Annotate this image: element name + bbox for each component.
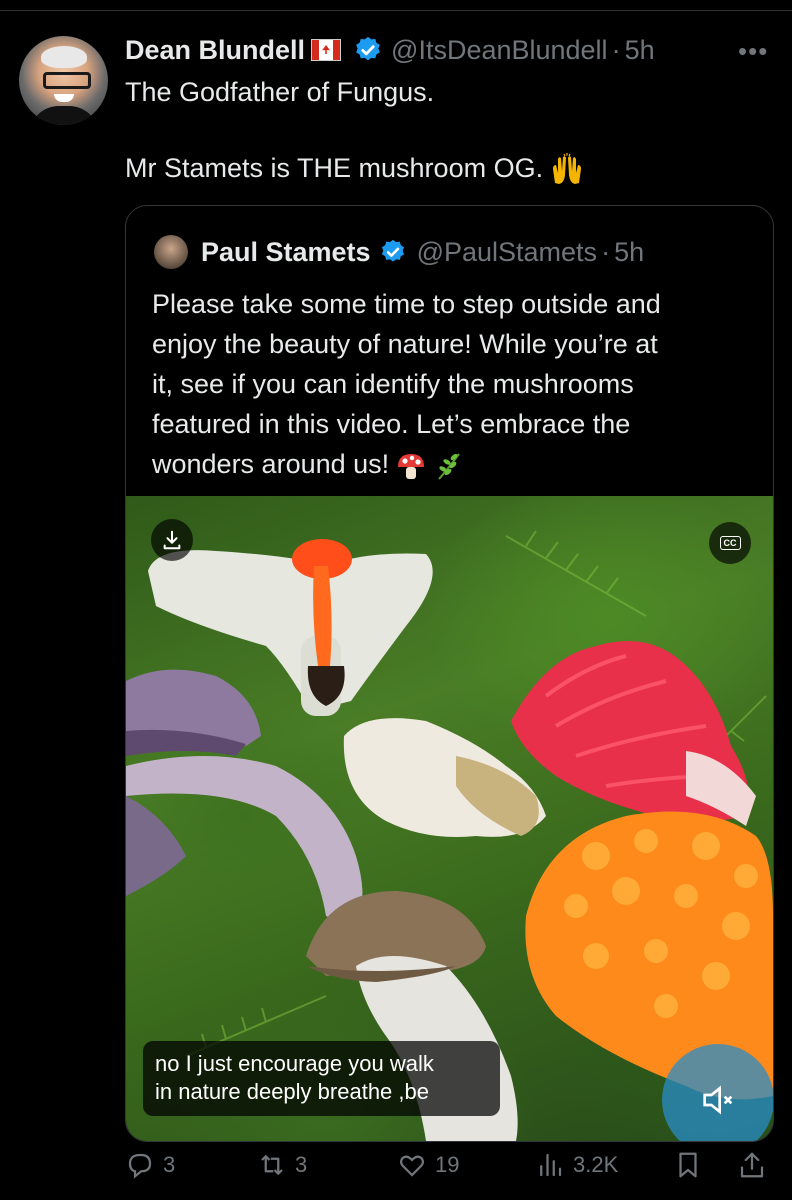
share-button[interactable] — [737, 1150, 767, 1180]
verified-badge-icon — [356, 36, 380, 61]
repost-icon — [261, 1155, 283, 1175]
like-button[interactable]: 19 — [397, 1150, 459, 1180]
share-icon — [740, 1152, 764, 1178]
quoted-line-3: it, see if you can identify the mushroom… — [152, 369, 634, 399]
canada-flag-icon — [311, 39, 342, 61]
repost-count: 3 — [295, 1152, 308, 1177]
quoted-author-handle[interactable]: @PaulStamets — [417, 237, 597, 268]
quoted-tweet-header: Paul Stamets @PaulStamets · 5h — [201, 231, 644, 273]
quoted-line-4: featured in this video. Let’s embrace th… — [152, 409, 631, 439]
quoted-tweet-card[interactable]: Paul Stamets @PaulStamets · 5h Please ta… — [125, 205, 774, 1142]
quoted-line-2: enjoy the beauty of nature! While you’re… — [152, 329, 658, 359]
tweet-line-2: Mr Stamets is THE mushroom OG. — [125, 149, 745, 187]
tweet-actions: 3 3 19 3.2K — [125, 1150, 775, 1200]
captions-button[interactable]: CC — [709, 522, 751, 564]
like-count: 19 — [435, 1152, 460, 1177]
caption-line-2: in nature deeply breathe ,be — [155, 1079, 429, 1104]
author-avatar[interactable] — [19, 36, 108, 125]
quoted-author-avatar[interactable] — [154, 235, 188, 269]
separator-dot: · — [611, 34, 621, 65]
author-name[interactable]: Dean Blundell — [125, 35, 305, 66]
download-icon — [163, 530, 181, 550]
tweet-header: Dean Blundell @ItsDeanBlundell · 5h — [125, 30, 655, 70]
mute-toggle-button[interactable] — [662, 1044, 773, 1141]
caption-line-1: no I just encourage you walk — [155, 1051, 434, 1076]
repost-button[interactable]: 3 — [257, 1150, 307, 1180]
download-button[interactable] — [151, 519, 193, 561]
video-caption: no I just encourage you walk in nature d… — [143, 1041, 500, 1116]
herb-emoji-icon — [438, 453, 460, 480]
more-horizontal-icon[interactable]: ••• — [738, 36, 768, 67]
video-player[interactable]: CC no I just encourage you walk in natur… — [126, 496, 773, 1141]
views-chart-icon — [540, 1153, 562, 1177]
verified-badge-icon — [381, 239, 404, 262]
quoted-line-1: Please take some time to step outside an… — [152, 289, 661, 319]
tweet-line-1: The Godfather of Fungus. — [125, 77, 435, 107]
bookmark-button[interactable] — [673, 1150, 703, 1180]
view-count: 3.2K — [573, 1152, 619, 1177]
separator-dot: · — [601, 236, 611, 267]
reply-icon — [128, 1153, 152, 1179]
mushroom-emoji-icon — [398, 453, 425, 479]
volume-muted-icon — [703, 1085, 733, 1115]
cc-icon: CC — [719, 536, 741, 550]
tweet-time[interactable]: 5h — [625, 35, 655, 66]
bookmark-icon — [679, 1152, 697, 1178]
raising-hands-emoji-icon — [553, 152, 582, 184]
top-divider — [0, 10, 792, 11]
quoted-tweet-body: Please take some time to step outside an… — [152, 284, 752, 484]
reply-count: 3 — [163, 1152, 176, 1177]
heart-icon — [399, 1155, 425, 1177]
tweet-body: The Godfather of Fungus. Mr Stamets is T… — [125, 73, 745, 187]
quoted-author-name[interactable]: Paul Stamets — [201, 237, 371, 268]
views-button[interactable]: 3.2K — [535, 1150, 618, 1180]
reply-button[interactable]: 3 — [125, 1150, 175, 1180]
quoted-line-5: wonders around us! — [152, 444, 752, 484]
author-handle[interactable]: @ItsDeanBlundell — [391, 35, 608, 66]
quoted-tweet-time[interactable]: 5h — [614, 237, 644, 268]
